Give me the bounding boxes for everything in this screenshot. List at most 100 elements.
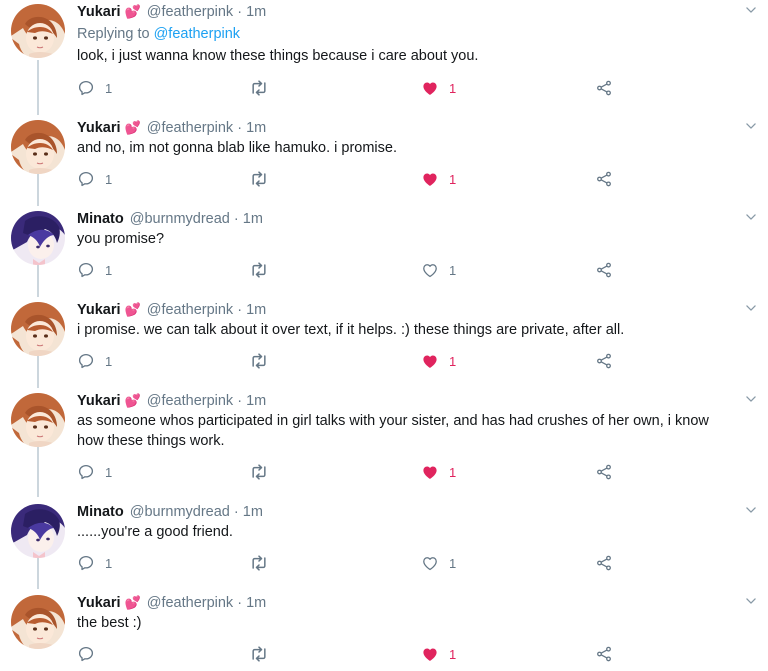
avatar[interactable] <box>11 302 65 356</box>
timestamp[interactable]: · 1m <box>237 120 266 136</box>
tweet[interactable]: Yukari 💕 @featherpink · 1m Replying to @fe… <box>0 0 768 110</box>
reply-icon <box>77 352 95 370</box>
reply-button[interactable]: 1 <box>77 78 112 98</box>
chevron-down-icon[interactable] <box>744 3 758 17</box>
tweet[interactable]: Yukari 💕 @featherpink · 1m as someone whos… <box>0 389 768 495</box>
avatar[interactable] <box>11 4 65 58</box>
like-button[interactable]: 1 <box>421 351 456 371</box>
retweet-icon <box>249 644 269 664</box>
retweet-button[interactable] <box>249 169 269 189</box>
chevron-down-icon[interactable] <box>744 119 758 133</box>
reply-button[interactable]: 1 <box>77 169 112 189</box>
chevron-down-icon[interactable] <box>744 594 758 608</box>
tweet-text: ......you're a good friend. <box>77 524 233 540</box>
timestamp[interactable]: · 1m <box>237 595 266 611</box>
display-name[interactable]: Minato <box>77 211 124 227</box>
display-name[interactable]: Minato <box>77 504 124 520</box>
share-button[interactable] <box>595 169 613 189</box>
timestamp[interactable]: · 1m <box>234 504 263 520</box>
avatar[interactable] <box>11 393 65 447</box>
user-handle[interactable]: @featherpink <box>147 120 233 136</box>
replying-to-handle-link[interactable]: @featherpink <box>154 26 240 42</box>
user-handle[interactable]: @burnmydread <box>130 504 230 520</box>
user-handle[interactable]: @featherpink <box>147 393 233 409</box>
avatar[interactable] <box>11 595 65 649</box>
display-name[interactable]: Yukari <box>77 393 121 409</box>
user-handle[interactable]: @featherpink <box>147 4 233 20</box>
avatar[interactable] <box>11 211 65 265</box>
reply-button[interactable]: 1 <box>77 351 112 371</box>
retweet-icon <box>249 351 269 371</box>
like-button[interactable]: 1 <box>421 644 456 664</box>
like-button[interactable]: 1 <box>421 462 456 482</box>
chevron-down-icon[interactable] <box>744 503 758 517</box>
share-button[interactable] <box>595 351 613 371</box>
chevron-down-icon[interactable] <box>744 301 758 315</box>
timestamp[interactable]: · 1m <box>237 302 266 318</box>
heart-filled-icon <box>421 170 439 188</box>
share-button[interactable] <box>595 78 613 98</box>
reply-count: 1 <box>105 555 113 571</box>
display-name[interactable]: Yukari <box>77 120 121 136</box>
reply-button[interactable]: 1 <box>77 260 112 280</box>
tweet[interactable]: Minato @burnmydread · 1m ......you're a g… <box>0 500 768 586</box>
user-handle[interactable]: @featherpink <box>147 595 233 611</box>
timestamp[interactable]: · 1m <box>237 393 266 409</box>
avatar[interactable] <box>11 504 65 558</box>
heart-filled-icon <box>421 352 439 370</box>
share-button[interactable] <box>595 553 613 573</box>
reply-count: 1 <box>105 353 113 369</box>
tweet-text: as someone whos participated in girl tal… <box>77 411 747 451</box>
display-name[interactable]: Yukari <box>77 4 121 20</box>
retweet-icon <box>249 553 269 573</box>
like-button[interactable]: 1 <box>421 260 456 280</box>
tweet-header: Yukari 💕 @featherpink · 1m <box>77 393 266 409</box>
tweet-actions: 1 1 <box>77 169 637 189</box>
two-hearts-icon: 💕 <box>124 595 141 610</box>
retweet-button[interactable] <box>249 351 269 371</box>
heart-filled-icon <box>421 645 439 663</box>
tweet-header: Yukari 💕 @featherpink · 1m <box>77 302 266 318</box>
tweet[interactable]: Yukari 💕 @featherpink · 1m i promise. we c… <box>0 298 768 384</box>
chevron-down-icon[interactable] <box>744 210 758 224</box>
tweet-header: Yukari 💕 @featherpink · 1m <box>77 595 266 611</box>
reply-button[interactable]: 1 <box>77 462 112 482</box>
share-button[interactable] <box>595 644 613 664</box>
display-name[interactable]: Yukari <box>77 302 121 318</box>
share-button[interactable] <box>595 462 613 482</box>
retweet-button[interactable] <box>249 553 269 573</box>
retweet-button[interactable] <box>249 462 269 482</box>
like-button[interactable]: 1 <box>421 78 456 98</box>
retweet-button[interactable] <box>249 78 269 98</box>
retweet-icon <box>249 462 269 482</box>
chevron-down-icon[interactable] <box>744 392 758 406</box>
share-button[interactable] <box>595 260 613 280</box>
retweet-button[interactable] <box>249 644 269 664</box>
reply-button[interactable] <box>77 644 95 664</box>
tweet-actions: 1 <box>77 644 637 664</box>
display-name[interactable]: Yukari <box>77 595 121 611</box>
reply-count: 1 <box>105 80 113 96</box>
heart-outline-icon <box>421 554 439 572</box>
like-button[interactable]: 1 <box>421 169 456 189</box>
tweet-text: look, i just wanna know these things bec… <box>77 48 479 64</box>
like-button[interactable]: 1 <box>421 553 456 573</box>
like-count: 1 <box>449 262 457 278</box>
retweet-icon <box>249 78 269 98</box>
replying-to: Replying to @featherpink <box>77 26 240 42</box>
reply-icon <box>77 645 95 663</box>
user-handle[interactable]: @featherpink <box>147 302 233 318</box>
timestamp[interactable]: · 1m <box>234 211 263 227</box>
tweet[interactable]: Minato @burnmydread · 1m you promise? 1 1 <box>0 207 768 293</box>
reply-button[interactable]: 1 <box>77 553 112 573</box>
tweet[interactable]: Yukari 💕 @featherpink · 1m and no, im not … <box>0 116 768 202</box>
avatar[interactable] <box>11 120 65 174</box>
tweet-actions: 1 1 <box>77 553 637 573</box>
conversation-thread: Yukari 💕 @featherpink · 1m Replying to @fe… <box>0 0 768 671</box>
retweet-button[interactable] <box>249 260 269 280</box>
tweet[interactable]: Yukari 💕 @featherpink · 1m the best :) 1 <box>0 591 768 671</box>
timestamp[interactable]: · 1m <box>237 4 266 20</box>
reply-icon <box>77 79 95 97</box>
user-handle[interactable]: @burnmydread <box>130 211 230 227</box>
tweet-text: the best :) <box>77 615 142 631</box>
